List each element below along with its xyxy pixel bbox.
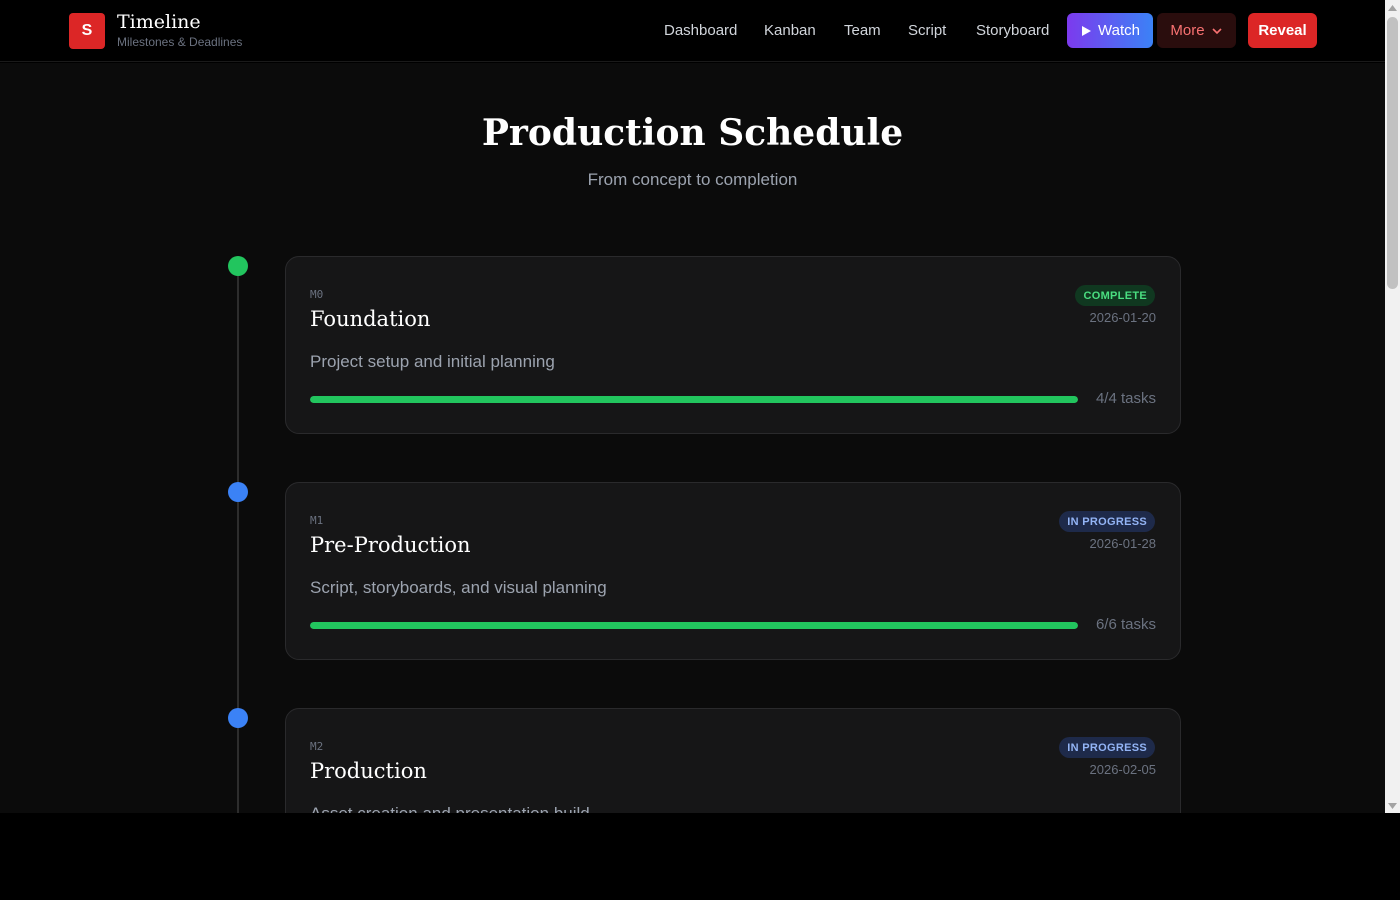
progress-fill: [310, 622, 1078, 629]
tasks-count: 4/4 tasks: [1095, 390, 1156, 407]
milestone-code: M1: [310, 514, 324, 527]
nav-script[interactable]: Script: [908, 14, 946, 48]
nav-kanban[interactable]: Kanban: [764, 14, 816, 48]
page-subtitle: From concept to completion: [587, 170, 798, 189]
milestone-card-m1[interactable]: M1 Pre-Production Script, storyboards, a…: [285, 482, 1181, 660]
scroll-thumb[interactable]: [1387, 17, 1398, 289]
top-nav-bar: S Timeline Milestones & Deadlines Dashbo…: [0, 0, 1385, 62]
milestone-card-m2[interactable]: M2 Production Asset creation and present…: [285, 708, 1181, 813]
scrollbar[interactable]: [1385, 0, 1400, 813]
timeline-line: [237, 266, 239, 813]
nav-team[interactable]: Team: [844, 14, 881, 48]
status-badge: IN PROGRESS: [1059, 511, 1155, 532]
tasks-count: 6/6 tasks: [1095, 616, 1156, 633]
milestone-code: M0: [310, 288, 324, 301]
progress-bar: [310, 622, 1078, 629]
milestone-description: Script, storyboards, and visual planning: [310, 578, 607, 597]
caret-down-icon: [1388, 802, 1397, 809]
watch-button-label: Watch: [1098, 22, 1140, 39]
milestone-card-m0[interactable]: M0 Foundation Project setup and initial …: [285, 256, 1181, 434]
milestone-title: Pre-Production: [310, 533, 471, 557]
status-badge: COMPLETE: [1075, 285, 1155, 306]
progress-fill: [310, 396, 1078, 403]
milestone-date: 2026-01-20: [1089, 310, 1157, 325]
app-title: Timeline: [117, 11, 201, 33]
reveal-button[interactable]: Reveal: [1248, 13, 1317, 48]
play-icon: [1082, 25, 1092, 36]
status-badge: IN PROGRESS: [1059, 737, 1155, 758]
more-button-label: More: [1170, 22, 1205, 39]
milestone-description: Asset creation and presentation build: [310, 804, 590, 813]
milestone-dot-m1: [228, 482, 248, 502]
milestone-date: 2026-01-28: [1089, 536, 1157, 551]
milestone-code: M2: [310, 740, 324, 753]
main-content: Production Schedule From concept to comp…: [0, 63, 1385, 813]
milestone-dot-m2: [228, 708, 248, 728]
caret-up-icon: [1388, 4, 1397, 11]
milestone-title: Production: [310, 759, 427, 783]
scroll-down-arrow[interactable]: [1385, 798, 1400, 813]
app-logo[interactable]: S: [69, 13, 105, 49]
scroll-up-arrow[interactable]: [1385, 0, 1400, 15]
nav-storyboard[interactable]: Storyboard: [976, 14, 1049, 48]
window-bottom-area: [0, 813, 1400, 900]
nav-dashboard[interactable]: Dashboard: [664, 14, 737, 48]
milestone-date: 2026-02-05: [1089, 762, 1157, 777]
milestone-dot-m0: [228, 256, 248, 276]
more-dropdown-button[interactable]: More: [1157, 13, 1236, 48]
progress-bar: [310, 396, 1078, 403]
milestone-title: Foundation: [310, 307, 431, 331]
milestone-description: Project setup and initial planning: [310, 352, 555, 371]
watch-button[interactable]: Watch: [1067, 13, 1153, 48]
app-subtitle: Milestones & Deadlines: [117, 35, 243, 49]
page-title: Production Schedule: [481, 112, 904, 154]
chevron-down-icon: [1212, 27, 1222, 34]
